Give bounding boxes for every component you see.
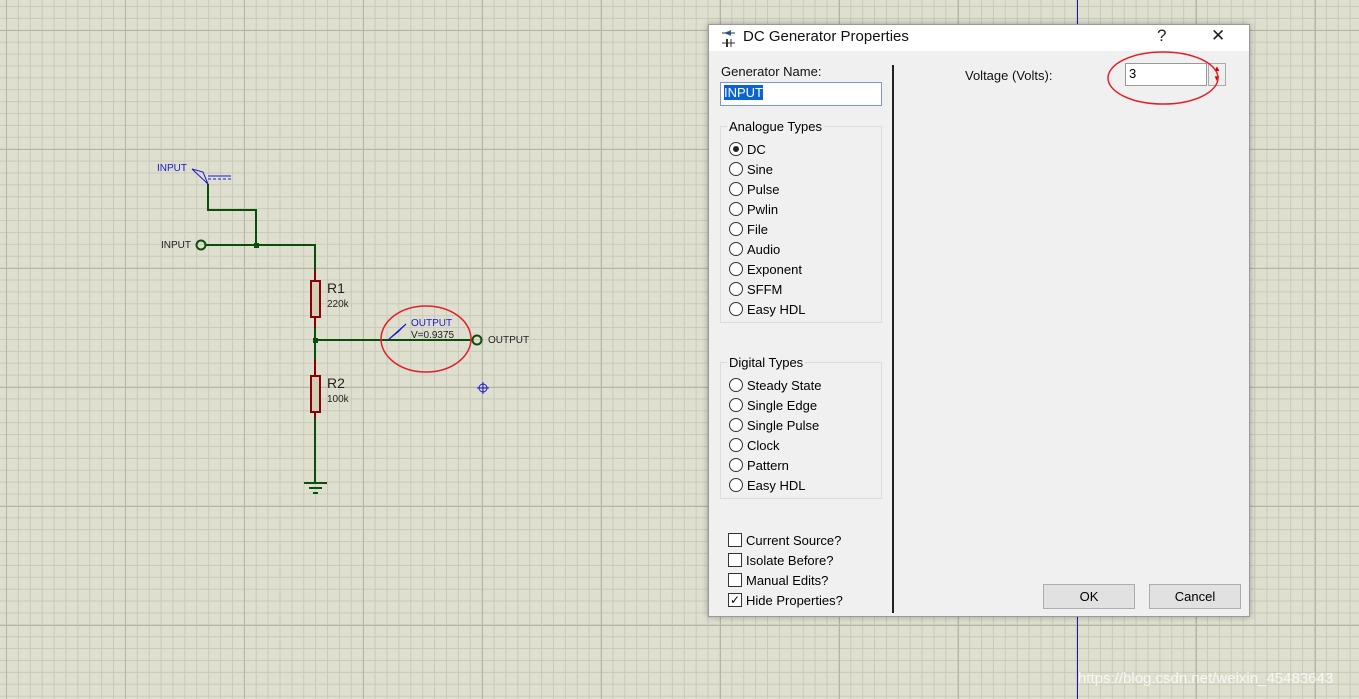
- radio-sffm[interactable]: SFFM: [729, 279, 782, 299]
- radio-circle[interactable]: [729, 418, 743, 432]
- checkbox-label: Manual Edits?: [746, 572, 829, 588]
- radio-label: SFFM: [747, 281, 783, 297]
- radio-circle[interactable]: [729, 142, 743, 156]
- r2-name: R2: [327, 375, 345, 391]
- radio-easy-hdl[interactable]: Easy HDL: [729, 299, 806, 319]
- radio-label: DC: [747, 141, 766, 157]
- radio-single-pulse[interactable]: Single Pulse: [729, 415, 819, 435]
- checkbox-label: Isolate Before?: [746, 552, 834, 568]
- radio-circle[interactable]: [729, 302, 743, 316]
- radio-label: Easy HDL: [747, 301, 806, 317]
- ok-button[interactable]: OK: [1043, 584, 1135, 609]
- radio-easy-hdl[interactable]: Easy HDL: [729, 475, 806, 495]
- radio-label: Steady State: [747, 377, 822, 393]
- radio-pattern[interactable]: Pattern: [729, 455, 789, 475]
- radio-sine[interactable]: Sine: [729, 159, 773, 179]
- checkbox-box[interactable]: [728, 533, 742, 547]
- radio-circle[interactable]: [729, 458, 743, 472]
- checkbox-box[interactable]: [728, 573, 742, 587]
- checkbox-current-source[interactable]: Current Source?: [728, 530, 841, 550]
- r1-name: R1: [327, 280, 345, 296]
- radio-single-edge[interactable]: Single Edge: [729, 395, 817, 415]
- radio-circle[interactable]: [729, 222, 743, 236]
- cursor-crosshair-icon: [477, 382, 489, 394]
- close-button[interactable]: ✕: [1211, 26, 1225, 46]
- input-terminal-icon: [195, 239, 207, 251]
- radio-pwlin[interactable]: Pwlin: [729, 199, 778, 219]
- generator-label[interactable]: INPUT: [157, 163, 187, 174]
- radio-dc[interactable]: DC: [729, 139, 766, 159]
- generator-name-label: Generator Name:: [721, 64, 822, 79]
- output-terminal-label: OUTPUT: [488, 335, 530, 346]
- radio-exponent[interactable]: Exponent: [729, 259, 802, 279]
- generator-app-icon: [722, 30, 735, 47]
- radio-circle[interactable]: [729, 242, 743, 256]
- checkbox-label: Current Source?: [746, 532, 842, 548]
- radio-circle[interactable]: [729, 202, 743, 216]
- checkbox-box[interactable]: [728, 553, 742, 567]
- checkbox-hide-properties[interactable]: ✓ Hide Properties?: [728, 590, 843, 610]
- junction-dot: [313, 338, 318, 343]
- help-button[interactable]: ?: [1157, 26, 1166, 46]
- r1-value: 220k: [327, 299, 349, 310]
- radio-circle[interactable]: [729, 438, 743, 452]
- checkbox-label: Hide Properties?: [746, 592, 843, 608]
- radio-pulse[interactable]: Pulse: [729, 179, 780, 199]
- radio-label: Single Pulse: [747, 417, 820, 433]
- wire: [206, 244, 316, 270]
- probe-name: OUTPUT: [411, 318, 453, 329]
- probe-reading: V=0.9375: [411, 330, 455, 341]
- probe-icon: [387, 323, 407, 341]
- generator-name-input[interactable]: INPUT: [720, 82, 882, 106]
- resistor-r1: [310, 280, 321, 318]
- divider: [892, 65, 894, 613]
- radio-label: Pulse: [747, 181, 780, 197]
- ground-icon: [304, 482, 327, 494]
- resistor-r2: [310, 375, 321, 413]
- junction-dot: [254, 243, 259, 248]
- radio-audio[interactable]: Audio: [729, 239, 780, 259]
- output-terminal-icon: [471, 334, 483, 346]
- radio-circle[interactable]: [729, 478, 743, 492]
- radio-circle[interactable]: [729, 378, 743, 392]
- generator-icon: [191, 168, 231, 185]
- radio-circle[interactable]: [729, 182, 743, 196]
- radio-label: Exponent: [747, 261, 802, 277]
- checkbox-isolate-before[interactable]: Isolate Before?: [728, 550, 833, 570]
- radio-file[interactable]: File: [729, 219, 768, 239]
- radio-clock[interactable]: Clock: [729, 435, 780, 455]
- analogue-types-title: Analogue Types: [727, 119, 824, 134]
- radio-label: Single Edge: [747, 397, 818, 413]
- radio-steady-state[interactable]: Steady State: [729, 375, 821, 395]
- radio-label: Pwlin: [747, 201, 779, 217]
- radio-label: Pattern: [747, 457, 789, 473]
- radio-circle[interactable]: [729, 398, 743, 412]
- highlight-ellipse: [1107, 51, 1219, 105]
- radio-circle[interactable]: [729, 162, 743, 176]
- radio-label: Sine: [747, 161, 774, 177]
- dc-generator-dialog: DC Generator Properties ? ✕ Generator Na…: [708, 24, 1250, 617]
- voltage-label: Voltage (Volts):: [965, 68, 1053, 83]
- input-terminal-label: INPUT: [161, 240, 191, 251]
- digital-types-title: Digital Types: [727, 355, 806, 370]
- checkbox-box[interactable]: ✓: [728, 593, 742, 607]
- radio-label: Clock: [747, 437, 780, 453]
- watermark: https://blog.csdn.net/weixin_45483643: [1078, 670, 1334, 687]
- cancel-button[interactable]: Cancel: [1149, 584, 1241, 609]
- dialog-title: DC Generator Properties: [743, 28, 909, 45]
- digital-types-group: Digital Types Steady State Single Edge Sin…: [720, 355, 882, 499]
- radio-label: Audio: [747, 241, 781, 257]
- radio-circle[interactable]: [729, 262, 743, 276]
- r2-value: 100k: [327, 394, 349, 405]
- analogue-types-group: Analogue Types DC Sine Pulse Pwlin File Audio…: [720, 119, 882, 323]
- schematic-canvas[interactable]: [0, 0, 700, 520]
- checkbox-manual-edits[interactable]: Manual Edits?: [728, 570, 828, 590]
- radio-label: File: [747, 221, 768, 237]
- wire: [207, 184, 257, 245]
- title-bar[interactable]: DC Generator Properties ? ✕: [709, 25, 1249, 51]
- radio-label: Easy HDL: [747, 477, 806, 493]
- radio-circle[interactable]: [729, 282, 743, 296]
